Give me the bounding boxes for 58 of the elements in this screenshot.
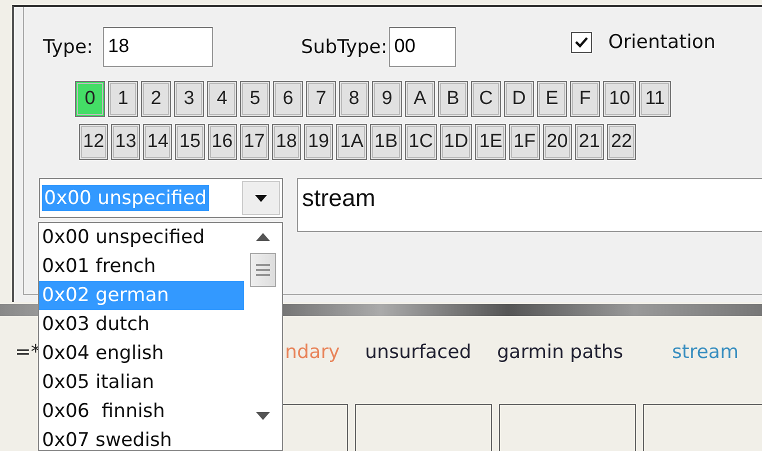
hex-button[interactable]: 16 xyxy=(208,124,237,160)
caret-icon xyxy=(242,181,280,215)
hex-button[interactable]: 17 xyxy=(240,124,269,160)
hex-button[interactable]: 1A xyxy=(336,124,368,160)
hex-button[interactable]: 21 xyxy=(574,124,604,160)
hex-button[interactable]: C xyxy=(471,81,501,117)
hex-button[interactable]: 7 xyxy=(306,81,336,117)
dropdown-option[interactable]: 0x05 italian xyxy=(39,368,244,397)
hex-button[interactable]: 0 xyxy=(75,81,105,117)
hex-button[interactable]: F xyxy=(570,81,600,117)
hex-button[interactable]: 3 xyxy=(174,81,204,117)
hex-button[interactable]: 1D xyxy=(440,124,472,160)
hex-button[interactable]: 2 xyxy=(141,81,171,117)
hex-button[interactable]: 12 xyxy=(79,124,108,160)
orientation-checkbox[interactable] xyxy=(571,32,592,52)
legend-label: stream xyxy=(672,341,739,363)
check-icon xyxy=(575,36,588,48)
dropdown-option[interactable]: 0x06 finnish xyxy=(39,397,244,426)
hex-button[interactable]: 1B xyxy=(370,124,402,160)
hex-button[interactable]: 20 xyxy=(542,124,572,160)
hex-button[interactable]: 8 xyxy=(339,81,369,117)
hex-button[interactable]: 19 xyxy=(304,124,334,160)
type-label: Type: xyxy=(43,34,94,60)
scroll-thumb[interactable] xyxy=(250,253,276,287)
hex-button[interactable]: 18 xyxy=(272,124,301,160)
type-field[interactable]: 18 xyxy=(103,27,214,67)
subtype-field[interactable]: 00 xyxy=(389,27,456,67)
orientation-label: Orientation xyxy=(608,30,716,55)
hex-button[interactable]: 22 xyxy=(606,124,636,160)
text-field[interactable]: stream xyxy=(297,178,762,232)
hex-button[interactable]: B xyxy=(438,81,468,117)
dropdown-option[interactable]: 0x04 english xyxy=(39,339,244,368)
hex-button[interactable]: 9 xyxy=(372,81,402,117)
hex-button[interactable]: 6 xyxy=(273,81,303,117)
hex-button[interactable]: 14 xyxy=(143,124,172,160)
hex-button[interactable]: 1E xyxy=(475,124,506,160)
hex-button[interactable]: D xyxy=(504,81,534,117)
dropdown-option[interactable]: 0x07 swedish xyxy=(39,426,244,450)
legend-label: ndary xyxy=(285,341,340,363)
hex-button[interactable]: E xyxy=(537,81,567,117)
hex-button[interactable]: 15 xyxy=(175,124,205,160)
legend-label: garmin paths xyxy=(497,341,624,363)
hex-button[interactable]: 1F xyxy=(509,124,540,160)
hex-button[interactable]: 13 xyxy=(111,124,140,160)
hex-button[interactable]: 10 xyxy=(603,81,636,117)
dropdown-option[interactable]: 0x01 french xyxy=(39,252,244,281)
hex-button[interactable]: 1C xyxy=(404,124,437,160)
subtype-label: SubType: xyxy=(301,34,388,60)
scroll-down-icon[interactable] xyxy=(256,412,270,420)
hex-button[interactable]: 4 xyxy=(207,81,237,117)
hex-button[interactable]: 5 xyxy=(240,81,270,117)
dropdown-option[interactable]: 0x03 dutch xyxy=(39,310,244,339)
legend-label: unsurfaced xyxy=(365,341,472,363)
dropdown-option[interactable]: 0x00 unspecified xyxy=(39,223,244,252)
hex-button[interactable]: 11 xyxy=(639,81,671,117)
scroll-up-icon[interactable] xyxy=(256,233,270,241)
hex-button[interactable]: 1 xyxy=(108,81,138,117)
hex-button[interactable]: A xyxy=(405,81,435,117)
